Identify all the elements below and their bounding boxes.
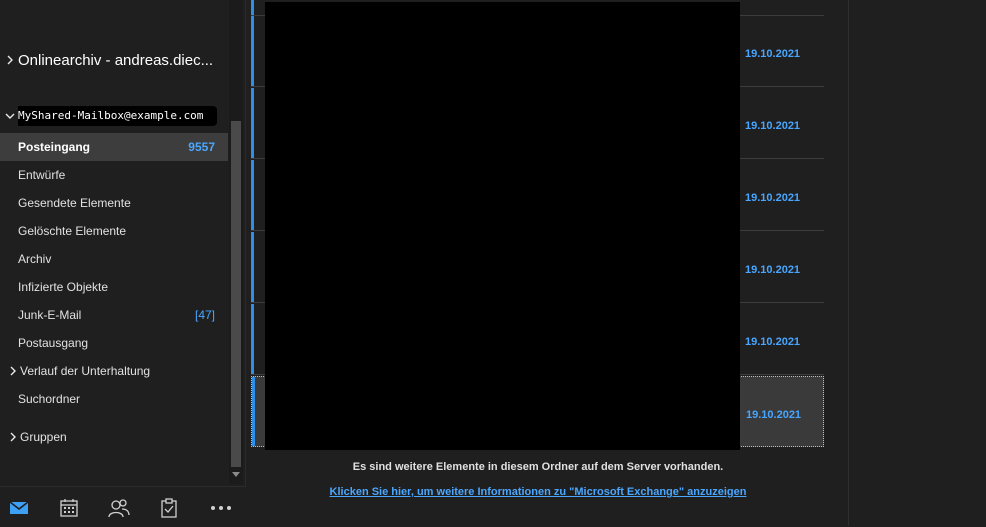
account-shared-mailbox-label: MyShared-Mailbox@example.com: [18, 106, 218, 126]
folder-conversation-history[interactable]: Verlauf der Unterhaltung: [0, 357, 228, 385]
mail-icon[interactable]: [6, 495, 32, 521]
unread-indicator: [251, 160, 254, 230]
unread-indicator: [251, 232, 254, 302]
bottom-navigation: [0, 486, 246, 527]
message-list: 19.10.2021 19.10.2021 19.10.2021 19.10.2…: [251, 0, 825, 526]
folder-pane: Onlinearchiv - andreas.diec... MyShared-…: [0, 0, 246, 486]
folder-deleted[interactable]: Gelöschte Elemente: [0, 217, 228, 245]
folder-search[interactable]: Suchordner: [0, 385, 228, 413]
folder-label: Archiv: [18, 252, 52, 266]
chevron-right-icon[interactable]: [8, 432, 18, 442]
folder-label: Gelöschte Elemente: [18, 224, 127, 238]
folder-archive[interactable]: Archiv: [0, 245, 228, 273]
unread-indicator: [251, 0, 254, 15]
folder-infected[interactable]: Infizierte Objekte: [0, 273, 228, 301]
folder-sent[interactable]: Gesendete Elemente: [0, 189, 228, 217]
unread-count: 9557: [188, 140, 215, 154]
chevron-down-icon[interactable]: [5, 111, 15, 121]
chevron-right-icon[interactable]: [8, 366, 18, 376]
folder-outbox[interactable]: Postausgang: [0, 329, 228, 357]
folder-label: Entwürfe: [18, 168, 66, 182]
folder-groups[interactable]: Gruppen: [0, 423, 228, 451]
message-date: 19.10.2021: [745, 192, 801, 205]
tasks-icon[interactable]: [156, 495, 182, 521]
folder-junk[interactable]: Junk-E-Mail [47]: [0, 301, 228, 329]
folder-label: Verlauf der Unterhaltung: [20, 364, 151, 378]
redacted-area: [265, 2, 740, 450]
unread-indicator: [251, 16, 254, 86]
folder-label: Gesendete Elemente: [18, 196, 131, 210]
pane-divider: [245, 0, 246, 526]
folder-drafts[interactable]: Entwürfe: [0, 161, 228, 189]
reading-pane: [848, 0, 986, 526]
more-items-notice: Es sind weitere Elemente in diesem Ordne…: [352, 461, 724, 473]
folder-scrollbar[interactable]: [229, 0, 243, 484]
unread-indicator: [251, 304, 254, 374]
folder-label: Infizierte Objekte: [18, 280, 109, 294]
folder-label: Suchordner: [18, 392, 81, 406]
chevron-right-icon[interactable]: [5, 55, 15, 65]
message-date: 19.10.2021: [745, 120, 801, 133]
exchange-info-link[interactable]: Klicken Sie hier, um weitere Information…: [251, 486, 825, 498]
more-icon[interactable]: [208, 495, 234, 521]
unread-indicator: [252, 377, 255, 446]
unread-indicator: [251, 88, 254, 158]
message-date: 19.10.2021: [745, 336, 801, 349]
people-icon[interactable]: [106, 495, 132, 521]
folder-label: Posteingang: [18, 140, 91, 154]
message-date: 19.10.2021: [746, 408, 802, 421]
account-online-archive[interactable]: Onlinearchiv - andreas.diec...: [0, 49, 228, 71]
folder-label: Gruppen: [20, 430, 67, 444]
message-date: 19.10.2021: [745, 264, 801, 277]
scroll-down-icon[interactable]: [229, 468, 243, 482]
folder-label: Postausgang: [18, 336, 89, 350]
calendar-icon[interactable]: [56, 495, 82, 521]
account-shared-mailbox[interactable]: MyShared-Mailbox@example.com: [0, 104, 228, 128]
scrollbar-thumb[interactable]: [231, 121, 241, 467]
folder-inbox[interactable]: Posteingang 9557: [0, 133, 228, 161]
account-online-archive-label: Onlinearchiv - andreas.diec...: [18, 51, 214, 69]
junk-count: [47]: [194, 308, 215, 322]
message-date: 19.10.2021: [745, 48, 801, 61]
folder-label: Junk-E-Mail: [18, 308, 82, 322]
